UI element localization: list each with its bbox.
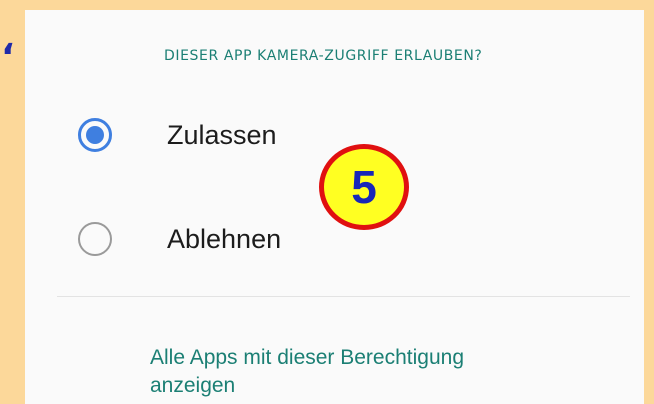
side-quote-mark: ‘ [1, 37, 15, 78]
permission-question: DIESER APP KAMERA-ZUGRIFF ERLAUBEN? [164, 48, 483, 64]
radio-option-deny[interactable]: Ablehnen [78, 222, 281, 256]
screenshot-frame: ‘ DIESER APP KAMERA-ZUGRIFF ERLAUBEN? Zu… [0, 0, 654, 404]
radio-unselected-icon[interactable] [78, 222, 112, 256]
radio-dot [86, 126, 104, 144]
all-apps-link[interactable]: Alle Apps mit dieser Berechtigung anzeig… [150, 344, 550, 400]
radio-option-allow[interactable]: Zulassen [78, 118, 277, 152]
step-number-badge: 5 [319, 144, 409, 230]
radio-selected-icon[interactable] [78, 118, 112, 152]
option-label-deny: Ablehnen [167, 223, 282, 254]
option-label-allow: Zulassen [167, 119, 277, 150]
divider [57, 296, 630, 297]
